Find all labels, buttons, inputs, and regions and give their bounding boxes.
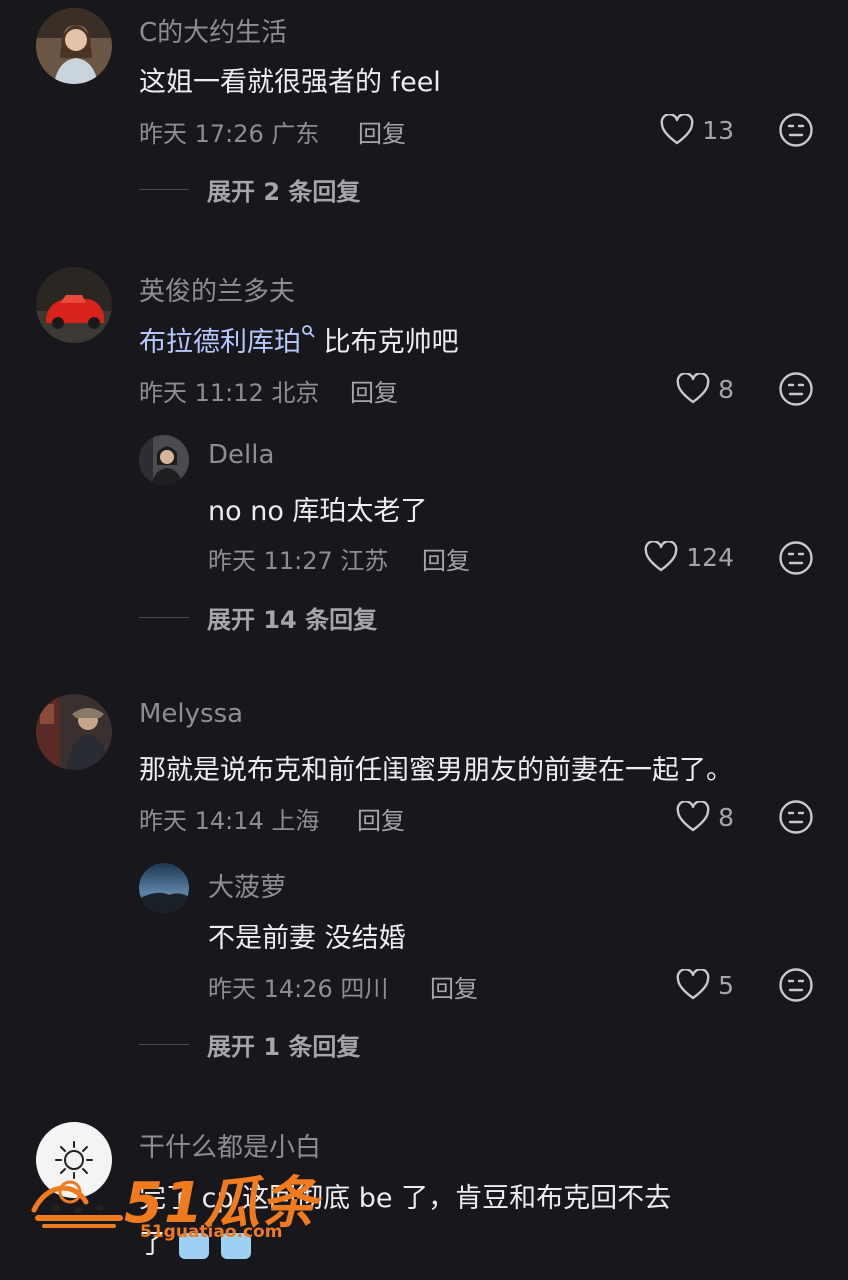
heart-icon: [676, 373, 710, 404]
expand-replies-button[interactable]: 展开 14 条回复: [139, 600, 377, 635]
expand-replies-button[interactable]: 展开 1 条回复: [139, 1027, 360, 1062]
comment-meta: 昨天 14:14 上海: [139, 807, 320, 835]
expand-replies-label: 展开 1 条回复: [207, 1033, 361, 1061]
dislike-face-icon[interactable]: [778, 540, 814, 576]
dislike-face-icon[interactable]: [778, 112, 814, 148]
like-button[interactable]: 124: [620, 537, 734, 577]
like-button[interactable]: 8: [640, 369, 734, 409]
username[interactable]: 英俊的兰多夫: [139, 271, 295, 308]
reply-button[interactable]: 回复: [430, 969, 478, 1004]
divider: [139, 189, 189, 190]
comment-text-rest: 比布克帅吧: [315, 327, 459, 358]
heart-icon: [676, 969, 710, 1000]
dislike-face-icon[interactable]: [778, 371, 814, 407]
like-count: 8: [718, 374, 734, 404]
expand-replies-button[interactable]: 展开 2 条回复: [139, 172, 360, 207]
username[interactable]: Melyssa: [139, 699, 243, 729]
watermark-site-text: 51guatiao.com: [140, 1222, 283, 1242]
reply-button[interactable]: 回复: [422, 541, 470, 576]
like-count: 124: [686, 542, 734, 572]
dislike-face-icon[interactable]: [778, 967, 814, 1003]
avatar[interactable]: [36, 8, 112, 84]
avatar[interactable]: [36, 694, 112, 770]
expand-replies-label: 展开 14 条回复: [207, 606, 378, 634]
divider: [139, 617, 189, 618]
like-button[interactable]: 13: [640, 110, 734, 150]
username[interactable]: C的大约生活: [139, 12, 287, 49]
comment-text: 这姐一看就很强者的 feel: [139, 67, 441, 98]
username[interactable]: Della: [208, 440, 274, 470]
username[interactable]: 大菠萝: [208, 867, 286, 904]
avatar[interactable]: [36, 267, 112, 343]
cut-off-meta-row: [139, 1270, 819, 1280]
comment-meta: 昨天 17:26 广东: [139, 120, 320, 148]
heart-icon: [660, 114, 694, 145]
reply-button[interactable]: 回复: [350, 373, 398, 408]
avatar[interactable]: [139, 863, 189, 913]
reply-button[interactable]: 回复: [358, 114, 406, 149]
search-icon[interactable]: [301, 324, 315, 338]
heart-icon: [676, 801, 710, 832]
reply-text: 不是前妻 没结婚: [208, 923, 406, 954]
dislike-face-icon[interactable]: [778, 799, 814, 835]
like-count: 8: [718, 802, 734, 832]
comment-text: 布拉德利库珀 比布克帅吧: [139, 320, 459, 359]
reply-button[interactable]: 回复: [357, 801, 405, 836]
comment-text: 那就是说布克和前任闺蜜男朋友的前妻在一起了。: [139, 755, 733, 786]
reply-meta: 昨天 11:27 江苏: [208, 547, 389, 575]
avatar[interactable]: [139, 435, 189, 485]
like-button[interactable]: 5: [640, 965, 734, 1005]
reply-text: no no 库珀太老了: [208, 496, 428, 527]
heart-icon: [644, 541, 678, 572]
reply-meta: 昨天 14:26 四川: [208, 975, 389, 1003]
watermark-logo: 51瓜条 51guatiao.com: [28, 1152, 317, 1252]
comment-meta: 昨天 11:12 北京: [139, 379, 320, 407]
search-link[interactable]: 布拉德利库珀: [139, 327, 301, 358]
like-count: 5: [718, 970, 734, 1000]
like-button[interactable]: 8: [640, 797, 734, 837]
like-count: 13: [702, 115, 734, 145]
expand-replies-label: 展开 2 条回复: [207, 178, 361, 206]
divider: [139, 1044, 189, 1045]
